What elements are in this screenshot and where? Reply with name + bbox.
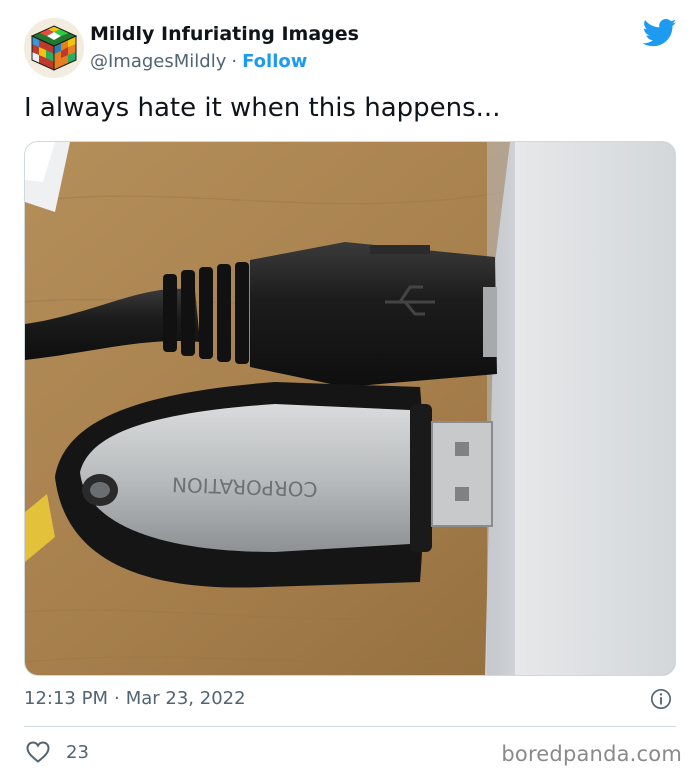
separator-dot: ·	[231, 51, 238, 72]
author-handle-line: @ImagesMildly · Follow	[90, 51, 307, 72]
tweet-card: Mildly Infuriating Images @ImagesMildly ·…	[0, 0, 700, 778]
like-count: 23	[66, 741, 89, 763]
separator-dot: ·	[113, 688, 120, 709]
usb-stick-engraving: CORPORATION	[172, 472, 318, 501]
tweet-timestamp[interactable]: 12:13 PM · Mar 23, 2022	[24, 688, 246, 709]
rubiks-cube-icon	[24, 18, 84, 78]
avatar[interactable]	[24, 18, 84, 78]
author-display-name[interactable]: Mildly Infuriating Images	[90, 23, 359, 45]
like-button[interactable]: 23	[26, 740, 89, 764]
tweet-text: I always hate it when this happens...	[24, 93, 501, 123]
follow-button[interactable]: Follow	[242, 51, 307, 72]
tweet-photo[interactable]: CORPORATION	[24, 141, 676, 676]
info-icon[interactable]	[650, 688, 672, 710]
heart-icon	[26, 741, 50, 763]
boredpanda-watermark: boredpanda.com	[501, 742, 682, 766]
author-handle[interactable]: @ImagesMildly	[90, 51, 226, 72]
tweet-time: 12:13 PM	[24, 688, 108, 709]
divider	[24, 726, 676, 727]
tweet-date: Mar 23, 2022	[125, 688, 246, 709]
usb-photo-image: CORPORATION	[25, 142, 675, 675]
twitter-bird-icon[interactable]	[643, 18, 677, 48]
